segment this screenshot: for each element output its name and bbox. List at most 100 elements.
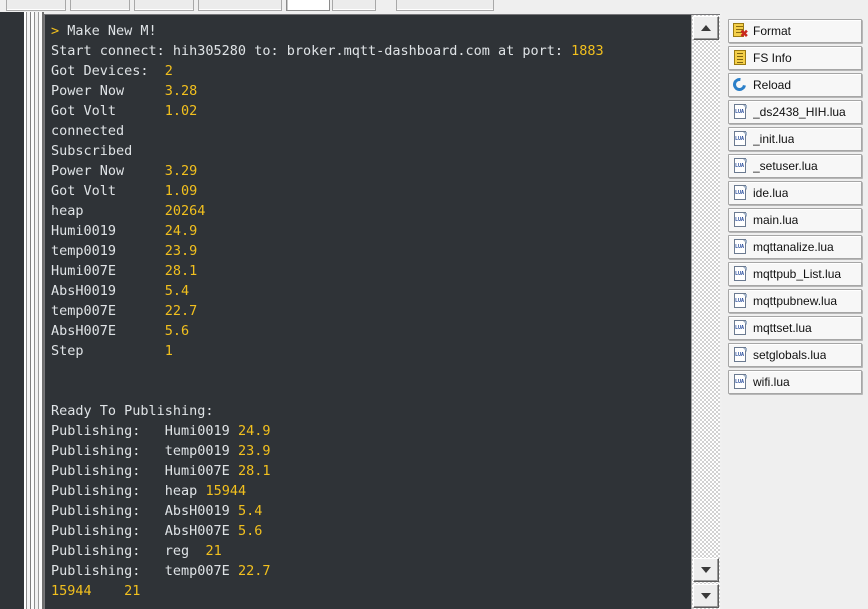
console-text-segment: 22.7 <box>237 563 271 579</box>
toolbar-button-7[interactable] <box>396 0 494 11</box>
lua-tag: LUA <box>735 190 745 196</box>
console-text-segment: Power Now <box>51 163 165 179</box>
sidebar-item-label: Format <box>753 24 792 38</box>
console-line: Power Now 3.28 <box>51 81 691 101</box>
toolbar-button-3[interactable] <box>134 0 194 11</box>
toolbar-button-5[interactable] <box>286 0 330 11</box>
console-line: AbsH007E 5.6 <box>51 321 691 341</box>
console-line: connected <box>51 121 691 141</box>
console-text-segment: Subscribed <box>51 143 133 159</box>
lua-file-icon: LUA <box>732 158 748 174</box>
console-line: Publishing: temp007E 22.7 <box>51 561 691 581</box>
console-text-segment: 24.9 <box>237 423 271 439</box>
console-text-segment: 1883 <box>571 43 604 59</box>
sidebar-item-label: mqttpub_List.lua <box>753 267 842 281</box>
sidebar-item-setglobals-lua[interactable]: LUA setglobals.lua <box>728 343 862 367</box>
console-text-segment: Publishing: temp007E <box>51 563 238 579</box>
console-text-segment: 5.6 <box>237 523 263 539</box>
console-line: temp0019 23.9 <box>51 241 691 261</box>
console-line: Got Volt 1.02 <box>51 101 691 121</box>
console-line: heap 20264 <box>51 201 691 221</box>
console-panel: > Make New M! Start connect: hih305280 to… <box>44 14 720 609</box>
console-line: temp007E 22.7 <box>51 301 691 321</box>
sidebar-item-ds2438-hih-lua[interactable]: LUA _ds2438_HIH.lua <box>728 100 862 124</box>
lua-file-icon: LUA <box>732 185 748 201</box>
sidebar-item-reload[interactable]: Reload <box>728 73 862 97</box>
console-text-segment: Publishing: heap <box>51 483 206 499</box>
lua-file-icon: LUA <box>732 293 748 309</box>
sidebar-item-mqttanalize-lua[interactable]: LUA mqttanalize.lua <box>728 235 862 259</box>
console-text-segment: 24.9 <box>164 223 198 239</box>
console-line: > Make New M! <box>51 21 691 41</box>
sidebar-item-label: mqttpubnew.lua <box>753 294 838 308</box>
sidebar-item-mqttpub-list-lua[interactable]: LUA mqttpub_List.lua <box>728 262 862 286</box>
console-vertical-scrollbar[interactable] <box>691 15 720 609</box>
console-text-segment: Publishing: Humi007E <box>51 463 238 479</box>
sidebar-item-fs-info[interactable]: FS Info <box>728 46 862 70</box>
sidebar-item-init-lua[interactable]: LUA _init.lua <box>728 127 862 151</box>
toolbar-button-1[interactable] <box>6 0 66 11</box>
console-output[interactable]: > Make New M! Start connect: hih305280 to… <box>45 15 691 609</box>
sidebar-item-ide-lua[interactable]: LUA ide.lua <box>728 181 862 205</box>
console-text-segment: Humi0019 <box>51 223 165 239</box>
file-sidebar: ✖ Format FS Info Reload LUA _ds2438_HIH.lua LU… <box>722 12 868 609</box>
sidebar-item-label: FS Info <box>753 51 792 65</box>
console-text-segment: connected <box>51 123 125 139</box>
lua-tag: LUA <box>735 217 745 223</box>
console-line: Publishing: temp0019 23.9 <box>51 441 691 461</box>
console-text-segment: 1 <box>164 343 173 359</box>
toolbar-button-6[interactable] <box>332 0 376 11</box>
console-line: Power Now 3.29 <box>51 161 691 181</box>
console-line: Step 1 <box>51 341 691 361</box>
scroll-down-button-secondary[interactable] <box>693 584 719 608</box>
lua-tag: LUA <box>735 379 745 385</box>
console-text-segment: Got Volt <box>51 103 165 119</box>
console-text-segment: temp0019 <box>51 243 165 259</box>
left-panel-divider <box>24 12 44 609</box>
console-text-segment: 28.1 <box>237 463 271 479</box>
sidebar-item-label: _ds2438_HIH.lua <box>753 105 846 119</box>
console-text-segment: 1.09 <box>164 183 198 199</box>
console-line: AbsH0019 5.4 <box>51 281 691 301</box>
console-text-segment: Ready To Publishing: <box>51 403 214 419</box>
toolbar-button-2[interactable] <box>70 0 130 11</box>
console-text-segment: Publishing: temp0019 <box>51 443 238 459</box>
sidebar-item-mqttpubnew-lua[interactable]: LUA mqttpubnew.lua <box>728 289 862 313</box>
console-text-segment: 2 <box>164 63 173 79</box>
console-line: Publishing: AbsH0019 5.4 <box>51 501 691 521</box>
lua-file-icon: LUA <box>732 266 748 282</box>
sidebar-item-label: wifi.lua <box>753 375 790 389</box>
lua-tag: LUA <box>735 298 745 304</box>
toolbar-button-4[interactable] <box>198 0 282 11</box>
console-text-segment: Power Now <box>51 83 165 99</box>
lua-tag: LUA <box>735 163 745 169</box>
sidebar-item-format[interactable]: ✖ Format <box>728 19 862 43</box>
sidebar-item-mqttset-lua[interactable]: LUA mqttset.lua <box>728 316 862 340</box>
scroll-down-button[interactable] <box>693 558 719 582</box>
console-line: Humi0019 24.9 <box>51 221 691 241</box>
scroll-down-arrow-icon-secondary <box>701 593 711 599</box>
console-text-segment: Got Devices: <box>51 63 165 79</box>
sidebar-item-wifi-lua[interactable]: LUA wifi.lua <box>728 370 862 394</box>
console-text-segment: Publishing: Humi0019 <box>51 423 238 439</box>
console-text-segment: 5.4 <box>164 283 190 299</box>
console-text-segment: 20264 <box>164 203 206 219</box>
sidebar-item-main-lua[interactable]: LUA main.lua <box>728 208 862 232</box>
console-text-segment: Got Volt <box>51 183 165 199</box>
sidebar-item-setuser-lua[interactable]: LUA _setuser.lua <box>728 154 862 178</box>
console-text-segment: 28.1 <box>164 263 198 279</box>
application-window: > Make New M! Start connect: hih305280 to… <box>0 0 868 609</box>
left-gutter <box>0 12 24 609</box>
lua-tag: LUA <box>735 325 745 331</box>
console-line: Subscribed <box>51 141 691 161</box>
lua-file-icon: LUA <box>732 239 748 255</box>
lua-tag: LUA <box>735 244 745 250</box>
lua-file-icon: LUA <box>732 212 748 228</box>
console-line: Publishing: AbsH007E 5.6 <box>51 521 691 541</box>
reload-icon <box>730 75 749 94</box>
scroll-up-button[interactable] <box>693 16 719 40</box>
console-line: Start connect: hih305280 to: broker.mqtt… <box>51 41 691 61</box>
console-text-segment: 5.4 <box>237 503 263 519</box>
